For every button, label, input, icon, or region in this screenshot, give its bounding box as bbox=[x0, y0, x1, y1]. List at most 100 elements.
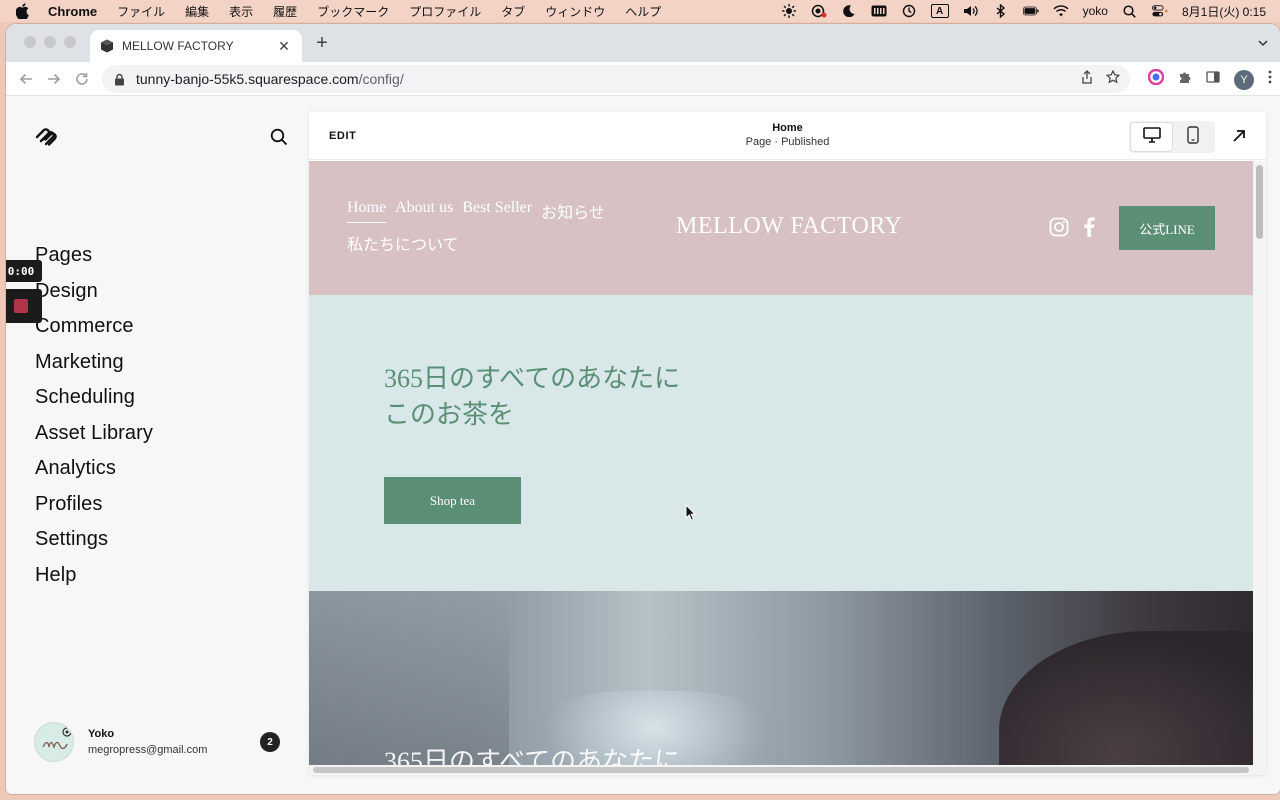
sidebar-item-help[interactable]: Help bbox=[35, 558, 153, 594]
profile-avatar[interactable]: Y bbox=[1234, 69, 1254, 90]
toolbar-right-actions: Y bbox=[1147, 68, 1272, 90]
horizontal-scroll-thumb[interactable] bbox=[313, 767, 1249, 773]
notification-badge[interactable]: 2 bbox=[260, 732, 280, 752]
menu-profiles[interactable]: プロファイル bbox=[409, 3, 481, 20]
keyboard-icon[interactable] bbox=[871, 4, 887, 18]
url-path: /config/ bbox=[358, 71, 404, 87]
menu-history[interactable]: 履歴 bbox=[273, 3, 297, 20]
sidebar-item-profiles[interactable]: Profiles bbox=[35, 487, 153, 523]
site-nav-best-seller[interactable]: Best Seller bbox=[462, 199, 532, 223]
facebook-icon[interactable] bbox=[1083, 217, 1095, 242]
browser-window: MELLOW FACTORY ✕ + tunny-banjo-55k5.squa… bbox=[6, 24, 1280, 794]
bookmark-star-icon[interactable] bbox=[1105, 69, 1121, 89]
page-status: Page · Published bbox=[745, 136, 830, 148]
sidebar-item-settings[interactable]: Settings bbox=[35, 522, 153, 558]
color-extension-icon[interactable] bbox=[1147, 68, 1165, 90]
sidebar-item-asset-library[interactable]: Asset Library bbox=[35, 416, 153, 452]
menu-app-name[interactable]: Chrome bbox=[48, 4, 97, 19]
sun-icon[interactable] bbox=[781, 4, 797, 18]
sidebar-item-pages[interactable]: Pages bbox=[35, 238, 153, 274]
menu-bookmarks[interactable]: ブックマーク bbox=[317, 3, 389, 20]
account-panel[interactable]: Yoko megropress@gmail.com 2 bbox=[34, 722, 284, 766]
sidebar-search-icon[interactable] bbox=[270, 128, 288, 146]
menu-help[interactable]: ヘルプ bbox=[625, 3, 661, 20]
menu-tab[interactable]: タブ bbox=[501, 3, 525, 20]
squarespace-logo-icon[interactable] bbox=[34, 126, 60, 148]
mobile-view-button[interactable] bbox=[1172, 123, 1213, 151]
squarespace-favicon-icon bbox=[100, 39, 114, 53]
reload-icon[interactable] bbox=[72, 69, 92, 89]
share-icon[interactable] bbox=[1080, 70, 1094, 89]
spotlight-search-icon[interactable] bbox=[1122, 4, 1138, 18]
squarespace-editor: Pages Design Commerce Marketing Scheduli… bbox=[6, 96, 1280, 794]
device-view-toggle bbox=[1129, 121, 1215, 153]
apple-icon[interactable] bbox=[16, 3, 30, 19]
moon-icon[interactable] bbox=[841, 4, 857, 18]
stop-icon bbox=[14, 299, 28, 313]
site-brand-title[interactable]: MELLOW FACTORY bbox=[676, 213, 902, 240]
side-panel-icon[interactable] bbox=[1206, 70, 1220, 89]
browser-tab-active[interactable]: MELLOW FACTORY ✕ bbox=[90, 30, 302, 62]
minimize-window-button[interactable] bbox=[44, 36, 56, 48]
url-text: tunny-banjo-55k5.squarespace.com/config/ bbox=[136, 71, 404, 87]
menu-edit[interactable]: 編集 bbox=[185, 3, 209, 20]
vertical-scrollbar[interactable] bbox=[1253, 161, 1266, 765]
menubar-clock[interactable]: 8月1日(火) 0:15 bbox=[1182, 3, 1266, 20]
hero-image-section: 365日のすべてのあなたに bbox=[309, 591, 1253, 765]
time-machine-icon[interactable] bbox=[901, 4, 917, 18]
desktop-view-button[interactable] bbox=[1131, 123, 1172, 151]
menubar-user[interactable]: yoko bbox=[1083, 4, 1108, 18]
lock-icon[interactable] bbox=[114, 73, 126, 86]
official-line-button[interactable]: 公式LINE bbox=[1119, 206, 1215, 250]
menu-window[interactable]: ウィンドウ bbox=[545, 3, 605, 20]
hand-image bbox=[999, 631, 1253, 765]
site-navigation: Home About us Best Seller お知らせ 私たちについて bbox=[347, 199, 647, 255]
new-tab-button[interactable]: + bbox=[312, 33, 332, 53]
menu-file[interactable]: ファイル bbox=[117, 3, 165, 20]
url-host: tunny-banjo-55k5.squarespace.com bbox=[136, 71, 359, 87]
recording-stop-button[interactable] bbox=[6, 289, 42, 323]
background-blur bbox=[309, 591, 509, 765]
volume-icon[interactable] bbox=[963, 4, 979, 18]
site-nav-home[interactable]: Home bbox=[347, 199, 387, 223]
bluetooth-icon[interactable] bbox=[993, 4, 1009, 18]
browser-menu-icon[interactable] bbox=[1268, 70, 1272, 89]
page-title: Home bbox=[772, 122, 803, 134]
site-nav-news[interactable]: お知らせ bbox=[541, 199, 605, 223]
user-avatar[interactable] bbox=[34, 722, 74, 762]
screen-record-icon[interactable] bbox=[811, 4, 827, 18]
input-mode-icon[interactable]: A bbox=[930, 4, 949, 18]
hero-section: 365日のすべてのあなたに このお茶を Shop tea bbox=[309, 295, 1253, 591]
preview-toolbar: EDIT Home Page · Published bbox=[309, 112, 1266, 160]
shop-tea-button[interactable]: Shop tea bbox=[384, 477, 521, 524]
site-nav-about[interactable]: About us bbox=[395, 199, 453, 223]
open-in-new-arrow-icon[interactable] bbox=[1231, 128, 1247, 144]
address-bar[interactable]: tunny-banjo-55k5.squarespace.com/config/ bbox=[102, 65, 1130, 93]
battery-icon[interactable] bbox=[1022, 4, 1039, 18]
omnibox-actions bbox=[1080, 69, 1121, 89]
control-center-icon[interactable] bbox=[1151, 4, 1168, 18]
sidebar-item-commerce[interactable]: Commerce bbox=[35, 309, 153, 345]
mouse-pointer-icon bbox=[685, 503, 697, 522]
menu-view[interactable]: 表示 bbox=[229, 3, 253, 20]
maximize-window-button[interactable] bbox=[64, 36, 76, 48]
sidebar-item-analytics[interactable]: Analytics bbox=[35, 451, 153, 487]
instagram-icon[interactable] bbox=[1049, 217, 1069, 242]
horizontal-scrollbar[interactable] bbox=[309, 765, 1266, 775]
editor-sidebar: Pages Design Commerce Marketing Scheduli… bbox=[6, 96, 306, 794]
close-window-button[interactable] bbox=[24, 36, 36, 48]
tab-title: MELLOW FACTORY bbox=[122, 39, 234, 53]
extensions-puzzle-icon[interactable] bbox=[1178, 70, 1192, 89]
forward-arrow-icon[interactable] bbox=[44, 69, 64, 89]
page-info: Home Page · Published bbox=[309, 122, 1266, 148]
sidebar-item-marketing[interactable]: Marketing bbox=[35, 345, 153, 381]
sidebar-item-design[interactable]: Design bbox=[35, 274, 153, 310]
close-tab-icon[interactable]: ✕ bbox=[276, 38, 292, 55]
back-arrow-icon[interactable] bbox=[16, 69, 36, 89]
vertical-scroll-thumb[interactable] bbox=[1256, 165, 1263, 239]
sidebar-item-scheduling[interactable]: Scheduling bbox=[35, 380, 153, 416]
site-nav-about-us-jp[interactable]: 私たちについて bbox=[347, 231, 459, 255]
wifi-icon[interactable] bbox=[1053, 4, 1069, 18]
tab-search-chevron-icon[interactable] bbox=[1256, 36, 1270, 50]
site-header: Home About us Best Seller お知らせ 私たちについて M… bbox=[309, 161, 1253, 295]
